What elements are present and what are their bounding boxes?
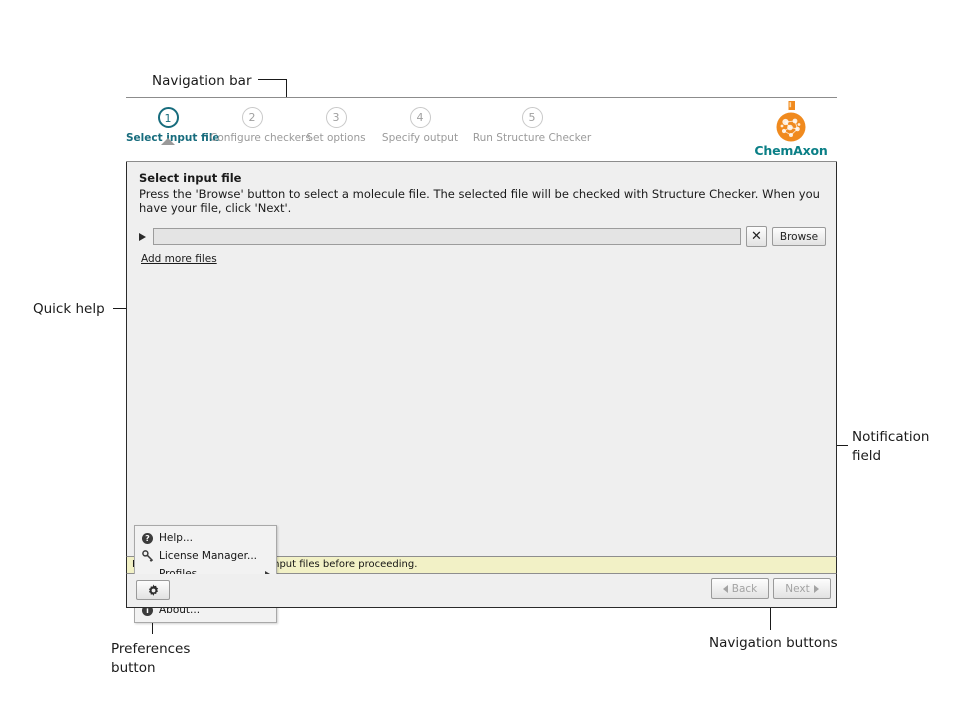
next-button-label: Next: [785, 583, 809, 595]
navigation-buttons: Back Next: [711, 578, 831, 599]
back-button[interactable]: Back: [711, 578, 769, 599]
structure-checker-wizard-window: 1 Select input file 2 Configure checkers…: [126, 97, 837, 611]
step-label-4: Specify output: [378, 132, 462, 144]
wizard-step-3[interactable]: 3 Set options: [294, 98, 378, 144]
wizard-step-5[interactable]: 5 Run Structure Checker: [462, 98, 602, 144]
content-panel: Select input file Press the 'Browse' but…: [126, 162, 837, 556]
active-step-pointer-icon: [161, 138, 175, 145]
step-label-3: Set options: [294, 132, 378, 144]
annotation-navigation-buttons: Navigation buttons: [709, 634, 838, 653]
back-button-label: Back: [732, 583, 758, 595]
step-number-2: 2: [242, 107, 263, 128]
menu-item-help[interactable]: ? Help...: [135, 529, 276, 547]
step-number-5: 5: [522, 107, 543, 128]
key-icon: [139, 550, 156, 562]
gear-icon: [147, 584, 160, 597]
next-button[interactable]: Next: [773, 578, 831, 599]
step-label-5: Run Structure Checker: [462, 132, 602, 144]
annotation-notification-field: Notification field: [852, 428, 929, 465]
annotation-preferences-button: Preferences button: [111, 640, 190, 677]
quick-help-title: Select input file: [139, 171, 824, 186]
add-more-files-link[interactable]: Add more files: [141, 253, 217, 265]
step-number-1: 1: [158, 107, 179, 128]
input-file-field[interactable]: [153, 228, 741, 245]
menu-item-help-label: Help...: [156, 532, 272, 544]
wizard-step-4[interactable]: 4 Specify output: [378, 98, 462, 144]
annotation-navigation-bar: Navigation bar: [152, 72, 252, 91]
preferences-button[interactable]: [136, 580, 170, 600]
step-number-4: 4: [410, 107, 431, 128]
question-mark-glyph: ?: [142, 533, 153, 544]
annotation-navigation-buttons-leader-v: [770, 608, 771, 630]
next-arrow-icon: [814, 585, 819, 593]
input-file-row: ✕ Browse: [139, 226, 826, 247]
step-label-2: Configure checkers: [210, 132, 294, 144]
annotation-quick-help: Quick help: [33, 300, 105, 319]
chemaxon-flask-logo-icon: [770, 100, 812, 144]
browse-button[interactable]: Browse: [772, 227, 826, 246]
navigation-bar: 1 Select input file 2 Configure checkers…: [126, 97, 837, 162]
chemaxon-logo: ChemAxon: [753, 100, 829, 160]
wizard-steps: 1 Select input file 2 Configure checkers…: [126, 98, 602, 161]
quick-help-body: Press the 'Browse' button to select a mo…: [139, 187, 824, 216]
menu-item-license-manager-label: License Manager...: [156, 550, 272, 562]
wizard-step-2[interactable]: 2 Configure checkers: [210, 98, 294, 144]
menu-item-license-manager[interactable]: License Manager...: [135, 547, 276, 565]
step-number-3: 3: [326, 107, 347, 128]
bottom-toolbar: Back Next: [126, 574, 837, 608]
quick-help: Select input file Press the 'Browse' but…: [127, 162, 836, 216]
clear-input-button[interactable]: ✕: [746, 226, 767, 247]
chemaxon-logo-text: ChemAxon: [753, 143, 829, 158]
question-mark-circle-icon: ?: [139, 533, 156, 544]
expander-arrow-icon[interactable]: [139, 233, 146, 241]
wizard-step-1[interactable]: 1 Select input file: [126, 98, 210, 144]
back-arrow-icon: [723, 585, 728, 593]
annotation-navigation-bar-leader-h: [258, 79, 286, 80]
